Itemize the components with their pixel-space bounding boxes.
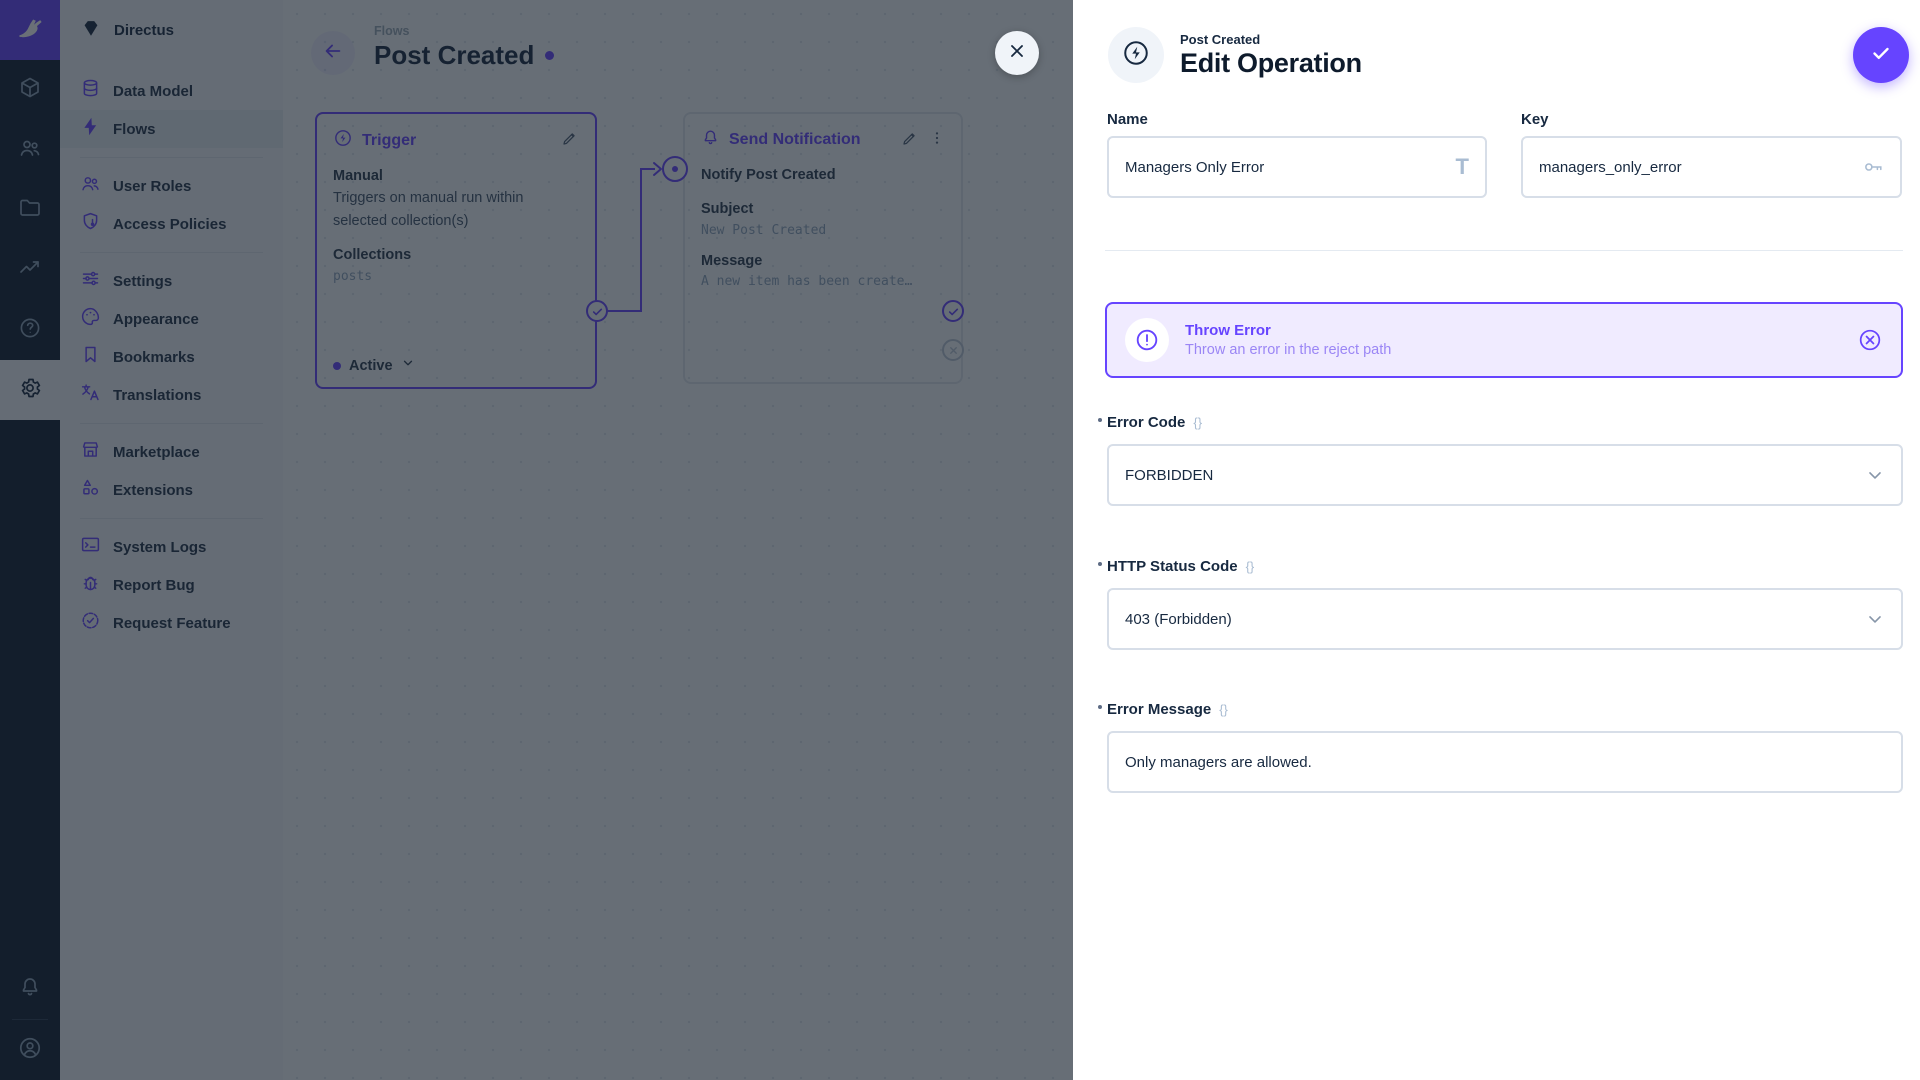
key-label: Key [1521,111,1549,128]
error-code-label: Error Code {} [1107,414,1202,431]
operation-type-title: Throw Error [1185,322,1841,339]
title-icon: T [1456,154,1469,180]
error-message-label: Error Message {} [1107,701,1228,718]
throw-error-icon [1125,318,1169,362]
required-dot [1098,562,1102,566]
deselect-operation-button[interactable] [1857,327,1883,353]
key-value: managers_only_error [1539,159,1862,176]
required-dot [1098,418,1102,422]
raw-value-icon[interactable]: {} [1246,559,1255,574]
check-icon [1869,41,1893,70]
error-message-value: Only managers are allowed. [1125,754,1885,771]
http-status-select[interactable]: 403 (Forbidden) [1107,588,1903,650]
operation-badge [1108,27,1164,83]
save-button[interactable] [1853,27,1909,83]
required-dot [1098,705,1102,709]
drawer-context: Post Created [1180,32,1362,47]
operation-type-subtitle: Throw an error in the reject path [1185,342,1841,358]
name-value: Managers Only Error [1125,159,1456,176]
http-status-label: HTTP Status Code {} [1107,558,1254,575]
close-icon [1007,41,1027,66]
http-status-value: 403 (Forbidden) [1125,611,1865,628]
error-message-input[interactable]: Only managers are allowed. [1107,731,1903,793]
chevron-down-icon [1865,609,1885,629]
name-input[interactable]: Managers Only Error T [1107,136,1487,198]
edit-operation-drawer: Post Created Edit Operation Name Manager… [1073,0,1920,1080]
chevron-down-icon [1865,465,1885,485]
key-input[interactable]: managers_only_error [1521,136,1902,198]
error-code-select[interactable]: FORBIDDEN [1107,444,1903,506]
key-icon [1862,156,1884,178]
raw-value-icon[interactable]: {} [1193,415,1202,430]
error-code-value: FORBIDDEN [1125,467,1865,484]
directus-app: Directus Data Model Flows User Roles Acc… [0,0,1920,1080]
operation-type-banner[interactable]: Throw Error Throw an error in the reject… [1105,302,1903,378]
name-label: Name [1107,111,1148,128]
raw-value-icon[interactable]: {} [1219,702,1228,717]
drawer-backdrop[interactable] [0,0,1073,1080]
close-drawer-button[interactable] [995,31,1039,75]
drawer-divider [1105,250,1903,251]
bolt-circle-icon [1121,38,1151,73]
drawer-title: Edit Operation [1180,48,1362,79]
